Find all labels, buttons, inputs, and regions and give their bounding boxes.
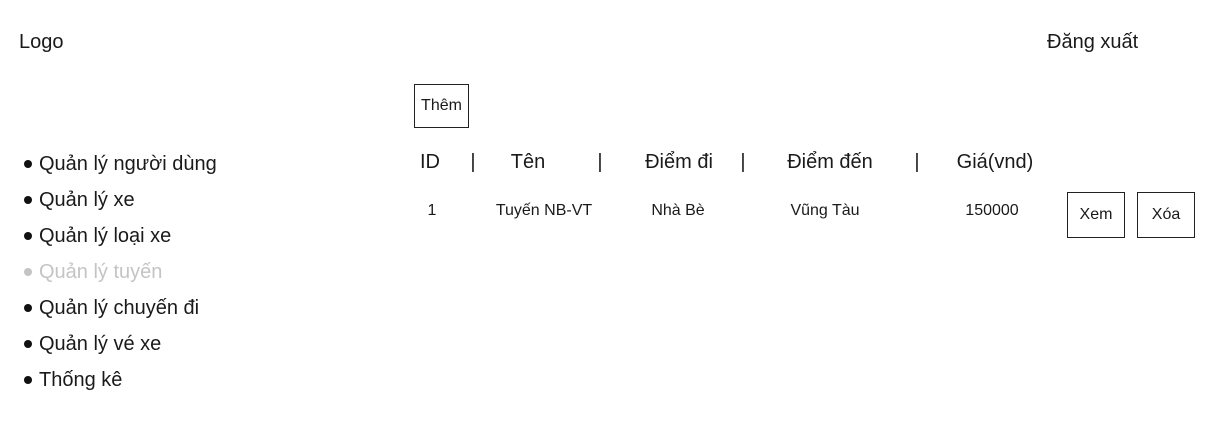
column-header-origin: Điểm đi [645, 151, 713, 173]
column-header-destination: Điểm đến [787, 151, 873, 173]
column-separator: | [914, 151, 920, 173]
sidebar-item-label: Quản lý vé xe [39, 332, 162, 355]
delete-button[interactable]: Xóa [1137, 192, 1195, 238]
sidebar-item-label: Quản lý xe [39, 188, 135, 211]
sidebar-item-users[interactable]: Quản lý người dùng [24, 146, 217, 182]
logout-link[interactable]: Đăng xuất [1047, 31, 1138, 54]
sidebar-item-label: Quản lý loại xe [39, 224, 172, 247]
sidebar-item-label: Quản lý tuyến [39, 260, 163, 283]
bullet-icon [24, 376, 32, 384]
column-header-id: ID [420, 151, 440, 173]
sidebar-item-statistics[interactable]: Thống kê [24, 362, 217, 398]
bullet-icon [24, 268, 32, 276]
column-header-price: Giá(vnd) [956, 151, 1034, 173]
view-button[interactable]: Xem [1067, 192, 1125, 238]
sidebar-item-label: Quản lý chuyến đi [39, 296, 200, 319]
sidebar-item-routes[interactable]: Quản lý tuyến [24, 254, 217, 290]
cell-name: Tuyến NB-VT [495, 202, 593, 219]
add-button[interactable]: Thêm [414, 84, 469, 128]
bullet-icon [24, 304, 32, 312]
sidebar-item-tickets[interactable]: Quản lý vé xe [24, 326, 217, 362]
sidebar-item-label: Quản lý người dùng [39, 152, 217, 175]
logo: Logo [19, 31, 64, 53]
column-separator: | [470, 151, 476, 173]
cell-price: 150000 [965, 202, 1019, 219]
column-separator: | [740, 151, 746, 173]
sidebar-item-trips[interactable]: Quản lý chuyến đi [24, 290, 217, 326]
bullet-icon [24, 160, 32, 168]
column-header-name: Tên [510, 151, 546, 173]
cell-id: 1 [427, 202, 437, 219]
sidebar: Quản lý người dùng Quản lý xe Quản lý lo… [24, 146, 217, 398]
cell-origin: Nhà Bè [651, 202, 705, 219]
cell-destination: Vũng Tàu [790, 202, 860, 219]
column-separator: | [597, 151, 603, 173]
bullet-icon [24, 232, 32, 240]
sidebar-item-vehicle-types[interactable]: Quản lý loại xe [24, 218, 217, 254]
bullet-icon [24, 196, 32, 204]
sidebar-item-vehicles[interactable]: Quản lý xe [24, 182, 217, 218]
bullet-icon [24, 340, 32, 348]
sidebar-item-label: Thống kê [39, 368, 123, 391]
